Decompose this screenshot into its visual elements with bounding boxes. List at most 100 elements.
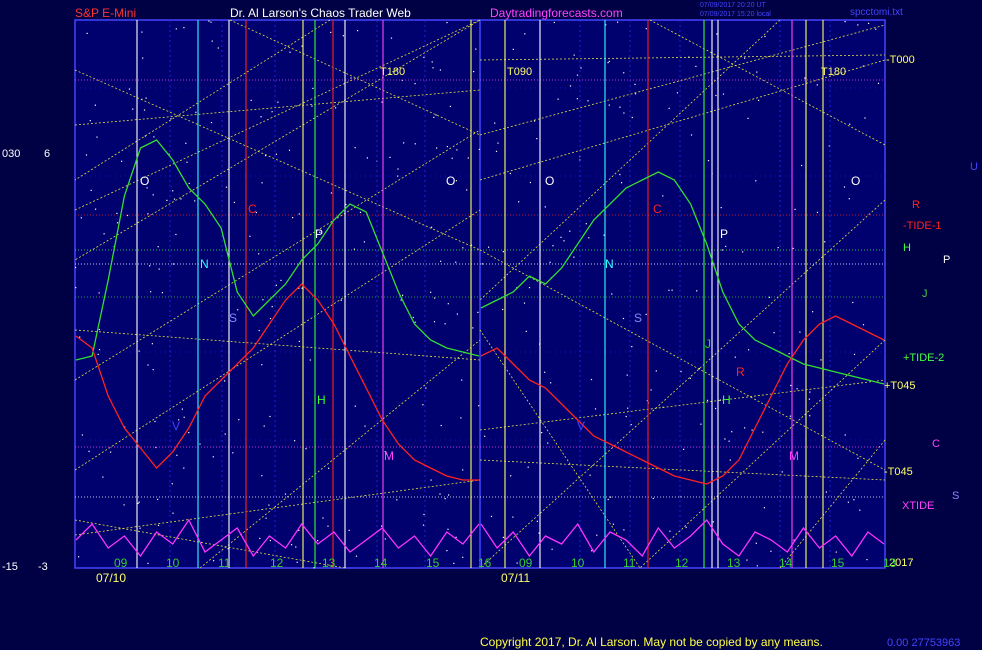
dot <box>563 240 565 242</box>
dot <box>645 313 647 315</box>
dot <box>150 291 152 293</box>
dot <box>284 493 287 495</box>
dot <box>685 526 687 528</box>
dot <box>544 206 546 208</box>
dot <box>862 324 865 326</box>
dot <box>755 180 757 182</box>
dot <box>623 72 625 74</box>
dot <box>149 265 151 267</box>
dot <box>289 51 291 53</box>
dot <box>166 199 168 201</box>
dot <box>103 233 105 235</box>
dot <box>631 346 633 348</box>
dot <box>194 200 196 202</box>
dot <box>138 350 140 352</box>
hour-tick-label: 12 <box>675 556 689 570</box>
dot <box>258 329 260 332</box>
dot <box>359 211 362 213</box>
dot <box>707 160 710 162</box>
dot <box>455 180 457 182</box>
dot <box>199 443 201 445</box>
dot <box>277 101 279 103</box>
dot <box>275 153 277 155</box>
dot <box>756 565 758 567</box>
stamp-local: 07/09/2017 15:20 local <box>700 11 771 18</box>
dot <box>384 538 386 540</box>
dot <box>292 217 294 219</box>
dot <box>298 340 300 342</box>
dot <box>455 261 457 263</box>
dot <box>260 116 262 118</box>
dot <box>423 513 425 516</box>
dot <box>849 123 851 125</box>
dot <box>263 425 265 427</box>
dot <box>524 33 526 35</box>
publisher-label: Dr. Al Larson's Chaos Trader Web <box>230 6 411 20</box>
v-label: V <box>172 419 180 433</box>
dot <box>762 431 764 433</box>
dot <box>547 442 549 444</box>
dot <box>357 30 359 32</box>
dot <box>423 56 425 58</box>
c-label: C <box>248 202 257 216</box>
dot <box>181 408 183 410</box>
dot <box>434 297 436 299</box>
dot <box>627 407 629 409</box>
dot <box>630 424 632 426</box>
dot <box>98 328 100 331</box>
dot <box>147 364 149 366</box>
dot <box>587 100 589 102</box>
right-label-u: U <box>970 161 978 173</box>
dot <box>430 291 432 293</box>
dot <box>446 146 448 148</box>
dot <box>85 154 88 156</box>
dot <box>816 211 819 213</box>
dot <box>676 92 679 94</box>
right-label-tide2: +TIDE-2 <box>903 352 944 364</box>
dot <box>157 246 159 248</box>
dot <box>635 93 637 95</box>
v-label: V <box>577 419 585 433</box>
dot <box>271 306 273 308</box>
dot <box>224 433 226 435</box>
dot <box>291 544 293 546</box>
dot <box>668 107 670 109</box>
dot <box>623 529 625 531</box>
dot <box>265 517 267 519</box>
dot <box>857 24 859 26</box>
right-label-c: C <box>932 438 940 450</box>
dot <box>809 391 811 393</box>
dot <box>161 292 163 294</box>
dot <box>271 111 273 113</box>
left-axis-bottom-b: -3 <box>38 561 48 573</box>
hour-tick-label: 09 <box>114 556 128 570</box>
dot <box>619 173 621 176</box>
t-label: T090 <box>507 66 532 78</box>
dot <box>553 21 555 24</box>
dot <box>488 246 490 248</box>
dot <box>350 77 352 79</box>
dot <box>157 498 159 500</box>
dot <box>706 399 709 401</box>
dot <box>312 87 314 89</box>
dot <box>462 469 464 471</box>
dot <box>728 440 730 442</box>
dot <box>436 147 438 149</box>
dot <box>467 157 469 159</box>
hour-tick-label: 10 <box>571 556 585 570</box>
hour-tick-label: 14 <box>779 556 793 570</box>
dot <box>853 499 855 501</box>
hour-tick-label: 15 <box>426 556 440 570</box>
dot <box>433 116 435 118</box>
dot <box>594 408 597 410</box>
dot <box>381 101 383 103</box>
dot <box>435 114 437 116</box>
o-label: O <box>851 174 860 188</box>
dot <box>80 217 82 219</box>
dot <box>607 62 609 64</box>
dot <box>607 498 609 501</box>
chart-window: S&P E-Mini Dr. Al Larson's Chaos Trader … <box>0 0 982 650</box>
dot <box>866 559 868 561</box>
dot <box>327 525 329 527</box>
dot <box>859 509 861 511</box>
